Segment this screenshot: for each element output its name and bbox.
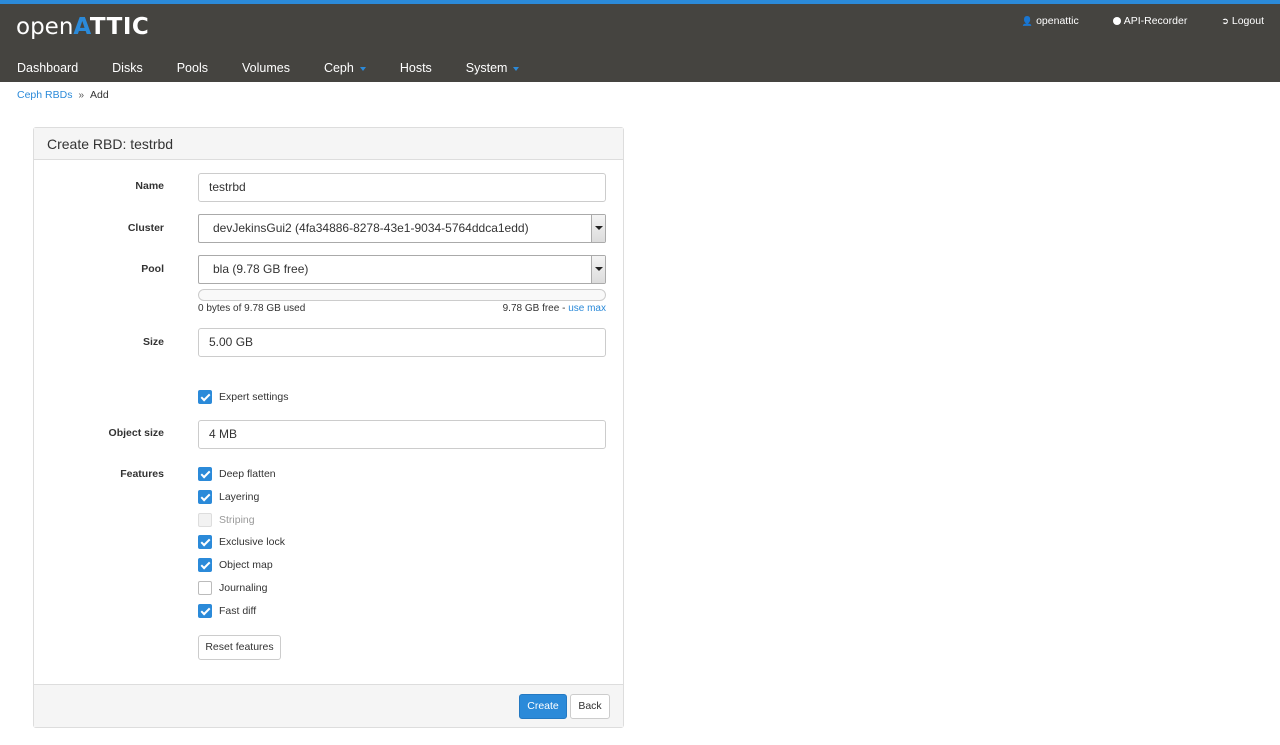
- api-recorder-link[interactable]: API-Recorder: [1112, 15, 1188, 27]
- user-link[interactable]: 👤 openattic: [1022, 15, 1079, 27]
- back-button[interactable]: Back: [570, 694, 610, 719]
- expert-settings-label: Expert settings: [219, 391, 289, 403]
- chevron-down-icon[interactable]: [591, 256, 605, 283]
- logo[interactable]: openATTIC: [16, 14, 149, 40]
- nav-ceph[interactable]: Ceph: [307, 61, 383, 75]
- pool-usage-bar: [198, 289, 606, 301]
- features-label: Features: [120, 468, 164, 480]
- feature-checkbox-fast-diff[interactable]: Fast diff: [198, 603, 257, 618]
- checkbox-icon[interactable]: [198, 558, 212, 573]
- checkbox-icon[interactable]: [198, 390, 212, 404]
- user-icon: 👤: [1021, 15, 1034, 26]
- use-max-link[interactable]: use max: [568, 303, 606, 314]
- feature-checkbox-layering[interactable]: Layering: [198, 489, 260, 504]
- checkbox-icon[interactable]: [198, 603, 212, 618]
- nav-system-label: System: [465, 61, 508, 75]
- nav-hosts[interactable]: Hosts: [383, 61, 449, 75]
- nav-system[interactable]: System: [449, 61, 537, 75]
- breadcrumb: Ceph RBDs » Add: [17, 89, 109, 101]
- size-input[interactable]: 5.00 GB: [198, 328, 606, 357]
- usage-free-group: 9.78 GB free - use max: [503, 303, 606, 314]
- breadcrumb-current: Add: [90, 89, 109, 101]
- nav-volumes-label: Volumes: [242, 61, 290, 75]
- logo-attic-a: A: [73, 14, 90, 40]
- expert-settings-checkbox[interactable]: Expert settings: [198, 390, 288, 404]
- record-icon: [1112, 17, 1121, 25]
- nav-pools-label: Pools: [176, 61, 208, 75]
- header: openATTIC 👤 openattic API-Recorder ➲ Log…: [0, 4, 1280, 82]
- pool-usage-text: 0 bytes of 9.78 GB used 9.78 GB free - u…: [198, 303, 606, 314]
- feature-label: Fast diff: [219, 604, 257, 617]
- usage-free-text: 9.78 GB free -: [502, 303, 566, 314]
- feature-checkbox-striping: Striping: [198, 512, 255, 527]
- feature-checkbox-exclusive-lock[interactable]: Exclusive lock: [198, 535, 285, 550]
- feature-checkbox-deep-flatten[interactable]: Deep flatten: [198, 467, 276, 481]
- object-size-label: Object size: [108, 427, 164, 439]
- logout-icon: ➲: [1221, 15, 1229, 26]
- caret-down-icon: [513, 67, 520, 71]
- usage-used-text: 0 bytes of 9.78 GB used: [198, 303, 306, 314]
- logo-attic-rest: TTIC: [89, 14, 150, 40]
- checkbox-icon[interactable]: [198, 489, 212, 504]
- utility-links: 👤 openattic API-Recorder ➲ Logout: [1022, 15, 1264, 27]
- breadcrumb-ceph-rbds[interactable]: Ceph RBDs: [17, 89, 72, 101]
- logout-label: Logout: [1231, 15, 1264, 27]
- caret-down-icon: [359, 67, 366, 71]
- feature-label: Journaling: [219, 582, 268, 594]
- feature-label: Exclusive lock: [219, 536, 285, 549]
- nav-disks-label: Disks: [112, 61, 143, 75]
- logo-attic-text: ATTIC: [73, 14, 149, 40]
- cluster-label: Cluster: [127, 222, 164, 234]
- nav-pools[interactable]: Pools: [160, 61, 225, 75]
- checkbox-icon[interactable]: [198, 581, 212, 595]
- feature-label: Object map: [219, 559, 273, 572]
- object-size-input[interactable]: 4 MB: [198, 420, 606, 449]
- logout-link[interactable]: ➲ Logout: [1221, 15, 1264, 27]
- size-label: Size: [142, 336, 164, 348]
- pool-select-value: bla (9.78 GB free): [213, 262, 309, 276]
- name-input[interactable]: testrbd: [198, 173, 606, 202]
- cluster-select-value: devJekinsGui2 (4fa34886-8278-43e1-9034-5…: [213, 221, 529, 235]
- main-nav: Dashboard Disks Pools Volumes Ceph Hosts…: [0, 54, 536, 82]
- create-button[interactable]: Create: [519, 694, 567, 719]
- panel-title: Create RBD: testrbd: [34, 128, 623, 160]
- checkbox-icon: [198, 512, 212, 527]
- checkbox-icon[interactable]: [198, 467, 212, 481]
- feature-label: Layering: [219, 490, 260, 503]
- pool-label: Pool: [141, 263, 164, 275]
- reset-features-button[interactable]: Reset features: [198, 635, 281, 660]
- feature-checkbox-journaling[interactable]: Journaling: [198, 581, 267, 595]
- feature-label: Striping: [219, 513, 255, 526]
- panel-footer: Create Back: [34, 684, 623, 727]
- breadcrumb-separator-icon: »: [78, 89, 85, 101]
- nav-hosts-label: Hosts: [399, 61, 432, 75]
- name-label: Name: [135, 180, 164, 192]
- pool-select[interactable]: bla (9.78 GB free): [198, 255, 606, 284]
- nav-dashboard-label: Dashboard: [17, 61, 79, 75]
- nav-volumes[interactable]: Volumes: [225, 61, 307, 75]
- create-rbd-panel: Create RBD: testrbd Name testrbd Cluster…: [33, 127, 624, 728]
- feature-label: Deep flatten: [219, 468, 276, 480]
- cluster-select[interactable]: devJekinsGui2 (4fa34886-8278-43e1-9034-5…: [198, 214, 606, 243]
- checkbox-icon[interactable]: [198, 535, 212, 550]
- logo-open-text: open: [16, 14, 74, 40]
- feature-checkbox-object-map[interactable]: Object map: [198, 558, 273, 573]
- user-link-label: openattic: [1036, 15, 1079, 27]
- api-recorder-label: API-Recorder: [1123, 15, 1188, 27]
- nav-dashboard[interactable]: Dashboard: [0, 61, 95, 75]
- chevron-down-icon[interactable]: [591, 215, 605, 242]
- nav-disks[interactable]: Disks: [95, 61, 160, 75]
- nav-ceph-label: Ceph: [323, 61, 354, 75]
